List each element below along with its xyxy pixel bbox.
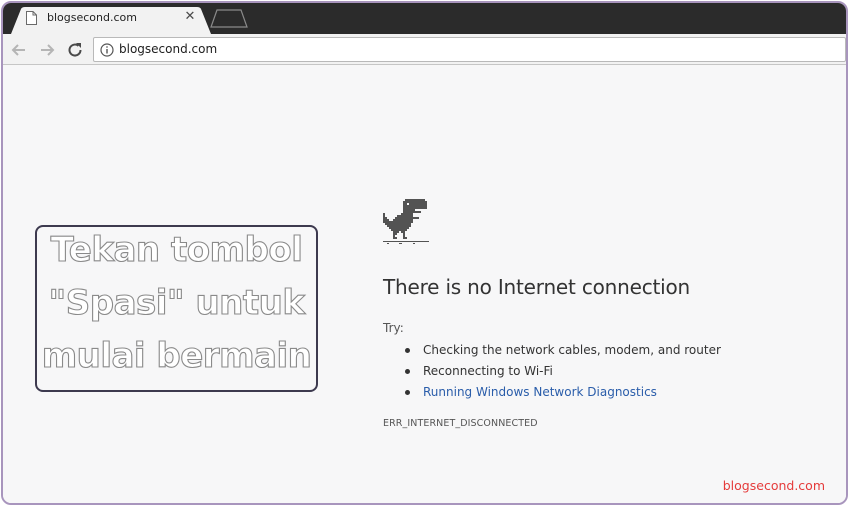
instruction-line: Tekan tombol bbox=[50, 229, 303, 270]
toolbar: blogsecond.com bbox=[3, 34, 846, 65]
suggestion-item: Running Windows Network Diagnostics bbox=[383, 382, 721, 403]
suggestion-item: Checking the network cables, modem, and … bbox=[383, 340, 721, 361]
instruction-line: mulai bermain bbox=[41, 335, 312, 376]
error-heading: There is no Internet connection bbox=[383, 275, 691, 299]
dino-icon[interactable] bbox=[383, 199, 429, 245]
new-tab-button[interactable] bbox=[209, 8, 249, 28]
bullet-icon bbox=[405, 369, 410, 374]
address-bar[interactable]: blogsecond.com bbox=[93, 37, 846, 62]
suggestion-item: Reconnecting to Wi-Fi bbox=[383, 361, 721, 382]
network-diagnostics-link[interactable]: Running Windows Network Diagnostics bbox=[423, 385, 657, 399]
instruction-overlay: Tekan tombol "Spasi" untuk mulai bermain bbox=[35, 225, 318, 392]
tab-strip: blogsecond.com ✕ bbox=[3, 3, 846, 34]
arrow-left-icon[interactable] bbox=[9, 40, 29, 60]
bullet-icon bbox=[405, 348, 410, 353]
instruction-line: "Spasi" untuk bbox=[48, 282, 306, 323]
page-icon bbox=[26, 11, 37, 25]
suggestion-list: Checking the network cables, modem, and … bbox=[383, 340, 721, 403]
bullet-icon bbox=[405, 390, 410, 395]
url-text[interactable]: blogsecond.com bbox=[119, 42, 217, 56]
suggestion-text: Reconnecting to Wi-Fi bbox=[423, 364, 553, 378]
browser-window: blogsecond.com ✕ blogsecond.com There is… bbox=[1, 1, 848, 505]
error-code: ERR_INTERNET_DISCONNECTED bbox=[383, 418, 538, 429]
info-icon[interactable] bbox=[100, 43, 114, 57]
try-label: Try: bbox=[383, 321, 404, 335]
error-page: There is no Internet connection Try: Che… bbox=[3, 66, 846, 503]
close-icon[interactable]: ✕ bbox=[183, 10, 197, 24]
tab-title: blogsecond.com bbox=[47, 11, 137, 24]
reload-icon[interactable] bbox=[65, 40, 85, 60]
suggestion-text: Checking the network cables, modem, and … bbox=[423, 343, 721, 357]
watermark: blogsecond.com bbox=[722, 478, 825, 493]
arrow-right-icon[interactable] bbox=[37, 40, 57, 60]
